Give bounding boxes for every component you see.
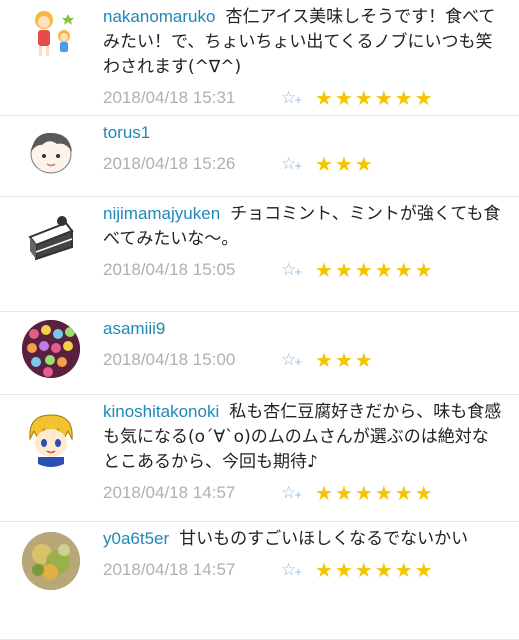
star-icon: ★ — [334, 258, 353, 282]
star-icon: ★ — [315, 258, 333, 282]
avatar[interactable] — [22, 532, 80, 590]
star-icon: ★ — [414, 258, 433, 282]
star-rating: ★ ★ ★ ★ ★ ★ — [315, 560, 433, 580]
star-icon: ★ — [315, 481, 333, 505]
add-star-button[interactable]: ☆ + — [281, 350, 315, 370]
add-star-button[interactable]: ☆ + — [281, 154, 315, 174]
avatar[interactable] — [22, 320, 80, 378]
boy-face-icon — [30, 132, 72, 174]
username[interactable]: nijimamajyuken — [103, 204, 220, 223]
cake-slice-icon — [28, 216, 74, 261]
comment-date: 2018/04/18 14:57 — [103, 560, 236, 579]
candy-photo-icon — [22, 320, 80, 378]
username[interactable]: y0a6t5er — [103, 529, 169, 548]
star-icon: ★ — [354, 258, 373, 282]
blond-character-icon — [29, 414, 73, 467]
comment-item: y0a6t5er 甘いものすごいほしくなるでないかい 2018/04/18 14:… — [0, 522, 519, 640]
comment-date: 2018/04/18 15:05 — [103, 260, 236, 279]
star-icon: ★ — [315, 558, 333, 582]
star-icon: ★ — [374, 258, 393, 282]
username[interactable]: asamiii9 — [103, 319, 165, 338]
star-icon: ★ — [334, 348, 353, 372]
flower-photo-icon — [22, 532, 80, 590]
avatar[interactable] — [22, 409, 80, 467]
comment-text: 甘いものすごいほしくなるでないかい — [179, 529, 469, 549]
girl-character-icon — [35, 11, 74, 56]
comment-date: 2018/04/18 15:00 — [103, 350, 236, 369]
star-icon: ★ — [334, 481, 353, 505]
star-icon: ★ — [374, 481, 393, 505]
star-icon: ★ — [394, 86, 413, 110]
comment-item: kinoshitakonoki 私も杏仁豆腐好きだから、味も食感も気になる(o´∀… — [0, 395, 519, 522]
star-icon: ★ — [414, 481, 433, 505]
comment-item: nijimamajyuken チョコミント、ミントが強くても食べてみたいな〜。 2… — [0, 197, 519, 312]
comment-item: asamiii9 2018/04/18 15:00 ☆ + ★ ★ ★ — [0, 312, 519, 395]
star-icon: ★ — [394, 558, 413, 582]
avatar[interactable] — [22, 207, 80, 265]
star-rating: ★ ★ ★ ★ ★ ★ — [315, 260, 433, 280]
star-icon: ★ — [414, 558, 433, 582]
star-icon: ★ — [315, 152, 333, 176]
username[interactable]: nakanomaruko — [103, 7, 215, 26]
star-rating: ★ ★ ★ — [315, 154, 373, 174]
comment-date: 2018/04/18 15:31 — [103, 88, 236, 107]
star-icon: ★ — [354, 348, 373, 372]
star-rating: ★ ★ ★ ★ ★ ★ — [315, 88, 433, 108]
star-icon: ★ — [315, 348, 333, 372]
username[interactable]: torus1 — [103, 123, 150, 142]
star-rating: ★ ★ ★ — [315, 350, 373, 370]
add-star-button[interactable]: ☆ + — [281, 260, 315, 280]
comment-list: nakanomaruko 杏仁アイス美味しそうです！食べてみたい！で、ちょいちょい… — [0, 0, 519, 640]
comment-date: 2018/04/18 15:26 — [103, 154, 236, 173]
star-icon: ★ — [354, 481, 373, 505]
star-icon: ★ — [354, 558, 373, 582]
star-icon: ★ — [394, 481, 413, 505]
star-icon: ★ — [374, 86, 393, 110]
star-icon: ★ — [334, 86, 353, 110]
avatar[interactable] — [22, 6, 80, 64]
username[interactable]: kinoshitakonoki — [103, 402, 219, 421]
comment-item: nakanomaruko 杏仁アイス美味しそうです！食べてみたい！で、ちょいちょい… — [0, 0, 519, 116]
star-icon: ★ — [354, 152, 373, 176]
add-star-button[interactable]: ☆ + — [281, 560, 315, 580]
star-icon: ★ — [394, 258, 413, 282]
comment-item: torus1 2018/04/18 15:26 ☆ + ★ ★ ★ — [0, 116, 519, 197]
star-rating: ★ ★ ★ ★ ★ ★ — [315, 483, 433, 503]
avatar[interactable] — [22, 124, 80, 182]
star-icon: ★ — [315, 86, 333, 110]
add-star-button[interactable]: ☆ + — [281, 88, 315, 108]
star-icon: ★ — [414, 86, 433, 110]
add-star-button[interactable]: ☆ + — [281, 483, 315, 503]
star-icon: ★ — [334, 558, 353, 582]
comment-date: 2018/04/18 14:57 — [103, 483, 236, 502]
star-icon: ★ — [354, 86, 373, 110]
star-icon: ★ — [374, 558, 393, 582]
star-icon: ★ — [334, 152, 353, 176]
